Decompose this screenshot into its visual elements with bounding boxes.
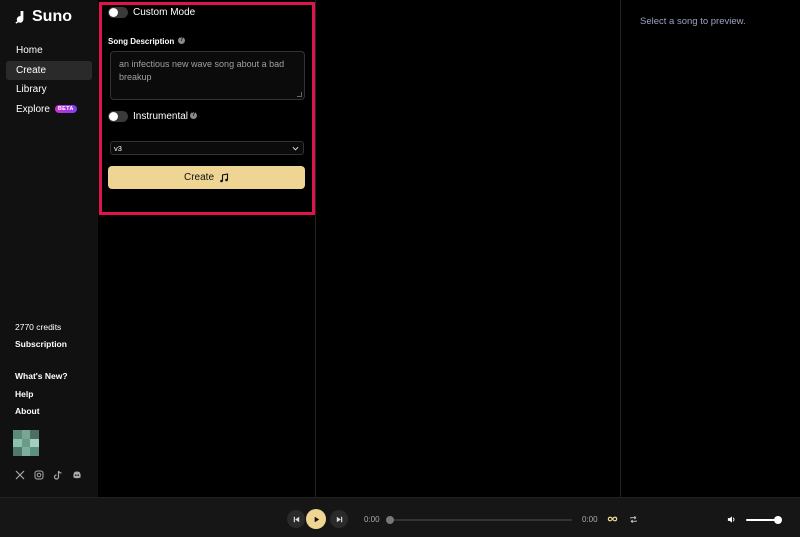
volume-handle[interactable] (774, 516, 782, 524)
song-description-input[interactable]: an infectious new wave song about a bad … (110, 51, 305, 100)
nav-label-explore: Explore (16, 103, 50, 115)
whats-new-link[interactable]: What's New? (15, 371, 68, 381)
nav-item-explore[interactable]: Explore BETA (6, 100, 92, 120)
nav-item-library[interactable]: Library (6, 80, 92, 100)
song-list-panel (316, 0, 621, 497)
help-link[interactable]: Help (15, 389, 33, 399)
help-icon[interactable]: ? (178, 37, 185, 44)
nav-item-home[interactable]: Home (6, 41, 92, 61)
nav-item-create[interactable]: Create (6, 60, 92, 80)
loop-button[interactable] (605, 512, 619, 526)
main-nav: Home Create Library Explore BETA (6, 41, 92, 119)
repeat-button[interactable] (626, 512, 640, 526)
x-icon[interactable] (15, 470, 25, 480)
resize-handle-icon[interactable] (297, 92, 302, 97)
instrumental-label: Instrumental (133, 111, 189, 122)
about-link[interactable]: About (15, 406, 40, 416)
beta-badge: BETA (54, 105, 77, 114)
play-button[interactable] (306, 509, 326, 529)
previous-button[interactable] (287, 510, 305, 528)
volume-button[interactable] (724, 512, 738, 526)
player-bar: 0:00 0:00 (0, 497, 800, 537)
song-description-label: Song Description (108, 37, 175, 46)
instagram-icon[interactable] (34, 470, 44, 480)
model-version-value: v3 (114, 143, 122, 153)
tiktok-icon[interactable] (53, 470, 63, 480)
nav-label-create: Create (16, 64, 47, 76)
chevron-down-icon (292, 146, 299, 151)
sidebar: Suno Home Create Library Explore BETA 27… (0, 0, 98, 497)
custom-mode-toggle[interactable] (108, 7, 128, 18)
infinity-icon (607, 516, 617, 522)
preview-panel: Select a song to preview. (621, 0, 800, 497)
skip-forward-icon (336, 516, 342, 522)
volume-icon (727, 515, 734, 523)
social-links (15, 470, 82, 480)
custom-mode-label: Custom Mode (133, 7, 196, 18)
help-icon[interactable]: ? (190, 112, 197, 119)
brand-name: Suno (32, 8, 72, 25)
credits-count: 2770 credits (15, 322, 62, 332)
current-time: 0:00 (364, 515, 380, 524)
preview-empty-text: Select a song to preview. (640, 16, 746, 27)
music-note-icon (220, 172, 229, 182)
progress-handle[interactable] (386, 516, 394, 524)
nav-label-library: Library (16, 84, 47, 96)
repeat-icon (629, 515, 637, 523)
suno-logo[interactable]: Suno (14, 8, 72, 26)
suno-logo-icon (15, 10, 24, 24)
model-version-select[interactable]: v3 (110, 141, 304, 155)
skip-back-icon (293, 516, 299, 522)
duration: 0:00 (582, 515, 598, 524)
song-description-value: an infectious new wave song about a bad … (119, 59, 285, 82)
create-button-label: Create (183, 172, 214, 183)
nav-label-home: Home (16, 45, 43, 57)
subscription-link[interactable]: Subscription (15, 339, 67, 349)
next-button[interactable] (330, 510, 348, 528)
progress-bar[interactable] (390, 519, 572, 521)
avatar[interactable] (13, 430, 39, 456)
discord-icon[interactable] (72, 470, 82, 480)
play-icon (314, 516, 319, 522)
instrumental-toggle[interactable] (108, 111, 128, 122)
create-button[interactable]: Create (108, 166, 305, 189)
